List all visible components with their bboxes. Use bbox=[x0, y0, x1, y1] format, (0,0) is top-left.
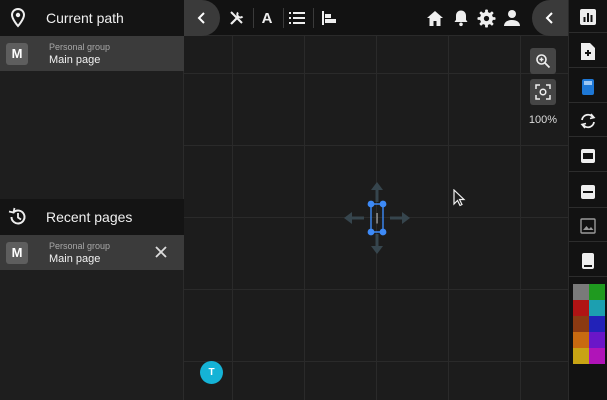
color-swatch[interactable] bbox=[589, 300, 605, 316]
recent-pages-header: Recent pages bbox=[0, 199, 184, 235]
page-badge: M bbox=[6, 241, 28, 264]
add-page-icon[interactable] bbox=[569, 36, 607, 68]
recent-page-item[interactable]: M Personal group Main page bbox=[0, 235, 184, 270]
recent-pages-title: Recent pages bbox=[46, 209, 133, 225]
color-swatch[interactable] bbox=[573, 300, 589, 316]
current-path-title: Current path bbox=[46, 10, 124, 26]
color-swatch[interactable] bbox=[573, 316, 589, 332]
selected-element[interactable] bbox=[344, 178, 410, 258]
color-swatch[interactable] bbox=[589, 316, 605, 332]
toolbar-divider bbox=[283, 8, 284, 28]
bell-icon[interactable] bbox=[449, 6, 473, 30]
zoom-level: 100% bbox=[528, 114, 558, 126]
minus-icon[interactable] bbox=[569, 176, 607, 208]
color-swatch[interactable] bbox=[589, 332, 605, 348]
top-toolbar: A bbox=[184, 0, 568, 36]
card-icon[interactable] bbox=[569, 140, 607, 172]
current-path-header: Current path bbox=[0, 0, 184, 36]
zoom-in-icon bbox=[536, 54, 551, 69]
page-badge: M bbox=[6, 42, 28, 65]
history-icon bbox=[0, 199, 36, 235]
current-path-item[interactable]: M Personal group Main page bbox=[0, 36, 184, 71]
cursor-icon bbox=[453, 189, 466, 207]
toolbar-divider bbox=[313, 8, 314, 28]
user-icon[interactable] bbox=[500, 6, 524, 30]
calculator-icon[interactable] bbox=[569, 71, 607, 103]
gear-icon[interactable] bbox=[474, 6, 498, 30]
location-pin-icon bbox=[0, 0, 36, 36]
toolbar-divider bbox=[253, 8, 254, 28]
list-icon[interactable] bbox=[285, 6, 309, 30]
align-icon[interactable] bbox=[317, 6, 341, 30]
zoom-in-button[interactable] bbox=[530, 48, 556, 74]
tablet-icon[interactable] bbox=[569, 245, 607, 277]
color-swatch[interactable] bbox=[573, 332, 589, 348]
fit-screen-icon bbox=[535, 84, 551, 100]
color-swatch[interactable] bbox=[589, 284, 605, 300]
color-swatch[interactable] bbox=[573, 348, 589, 364]
text-icon[interactable]: A bbox=[255, 6, 279, 30]
chart-icon[interactable] bbox=[569, 1, 607, 33]
tools-icon[interactable] bbox=[225, 6, 249, 30]
color-swatch[interactable] bbox=[589, 348, 605, 364]
collapse-left-button[interactable] bbox=[184, 0, 220, 36]
refresh-icon[interactable] bbox=[569, 105, 607, 137]
page-name: Main page bbox=[49, 252, 101, 265]
color-palette bbox=[573, 284, 605, 364]
home-icon[interactable] bbox=[423, 6, 447, 30]
page-group: Personal group bbox=[49, 41, 111, 52]
image-icon[interactable] bbox=[569, 210, 607, 242]
right-toolbar bbox=[568, 0, 607, 400]
close-icon[interactable] bbox=[154, 245, 168, 259]
page-canvas[interactable]: 100% | T bbox=[184, 36, 568, 400]
page-name: Main page bbox=[49, 53, 101, 66]
avatar[interactable]: T bbox=[200, 361, 223, 384]
page-group: Personal group bbox=[49, 240, 111, 251]
zoom-fit-button[interactable] bbox=[530, 79, 556, 105]
color-swatch[interactable] bbox=[573, 284, 589, 300]
left-panel: Current path M Personal group Main page … bbox=[0, 0, 184, 400]
collapse-right-button[interactable] bbox=[532, 0, 568, 36]
